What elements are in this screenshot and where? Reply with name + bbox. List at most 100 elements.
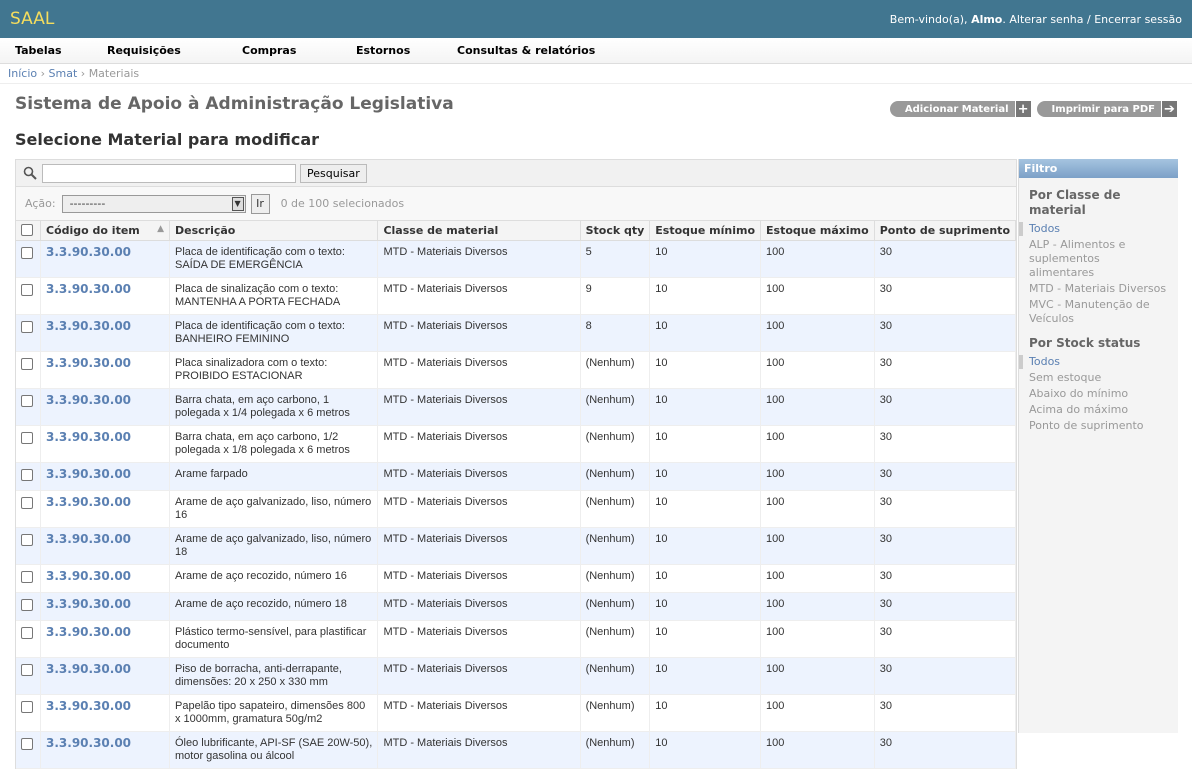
item-code: 3.3.90.30.00 (40, 694, 170, 732)
row-checkbox[interactable] (21, 394, 33, 407)
row-checkbox[interactable] (21, 533, 33, 546)
table-row[interactable]: 3.3.90.30.00 Arame farpado MTD - Materiais… (16, 462, 1017, 491)
col-header-class[interactable]: Classe de material (377, 221, 581, 241)
item-min-stock: 10 (649, 388, 762, 426)
item-stock-qty: (Nenhum) (580, 731, 651, 769)
item-code-link[interactable]: 3.3.90.30.00 (46, 699, 131, 713)
breadcrumb: Início › Smat › Materiais (0, 64, 1192, 84)
item-code: 3.3.90.30.00 (40, 240, 170, 278)
filter-option[interactable]: Todos (1019, 222, 1168, 236)
col-header-stock[interactable]: Stock qty (580, 221, 651, 241)
action-select[interactable]: --------- ▼ (61, 194, 246, 213)
row-checkbox[interactable] (21, 626, 33, 639)
row-checkbox[interactable] (21, 598, 33, 611)
table-row[interactable]: 3.3.90.30.00 Plástico termo-sensível, par… (16, 620, 1017, 658)
row-checkbox[interactable] (21, 700, 33, 713)
go-button[interactable]: Ir (250, 193, 270, 214)
item-min-stock: 10 (649, 731, 762, 769)
col-header-min[interactable]: Estoque mínimo (649, 221, 762, 241)
row-checkbox-cell (16, 240, 41, 278)
table-row[interactable]: 3.3.90.30.00 Placa de identificação com o… (16, 240, 1017, 278)
col-header-desc[interactable]: Descrição (169, 221, 379, 241)
filter-option[interactable]: MVC - Manutenção de Veículos (1029, 298, 1168, 326)
table-row[interactable]: 3.3.90.30.00 Barra chata, em aço carbono,… (16, 425, 1017, 463)
brand-logo[interactable]: SAAL (10, 9, 54, 29)
item-supply-point: 30 (874, 490, 1017, 528)
col-header-code[interactable]: Código do item ▲ (40, 221, 170, 241)
item-code-link[interactable]: 3.3.90.30.00 (46, 430, 131, 444)
row-checkbox[interactable] (21, 283, 33, 296)
item-class: MTD - Materiais Diversos (377, 527, 581, 565)
print-pdf-button[interactable]: Imprimir para PDF ➔ (1036, 101, 1177, 117)
search-input[interactable] (42, 163, 296, 183)
menu-item-estornos[interactable]: Estornos (356, 44, 457, 57)
logout-link[interactable]: Encerrar sessão (1094, 13, 1182, 26)
row-checkbox[interactable] (21, 496, 33, 509)
filter-option[interactable]: ALP - Alimentos e suplementos alimentare… (1029, 238, 1168, 280)
row-checkbox[interactable] (21, 737, 33, 750)
item-description: Arame farpado (169, 462, 379, 491)
item-class: MTD - Materiais Diversos (377, 592, 581, 621)
item-class: MTD - Materiais Diversos (377, 277, 581, 315)
item-max-stock: 100 (760, 592, 875, 621)
search-button[interactable]: Pesquisar (300, 163, 367, 183)
item-code-link[interactable]: 3.3.90.30.00 (46, 319, 131, 333)
filter-option[interactable]: Todos (1019, 355, 1168, 369)
row-checkbox-cell (16, 731, 41, 769)
result-table: Código do item ▲ Descrição Classe de mate… (16, 221, 1017, 769)
table-row[interactable]: 3.3.90.30.00 Arame de aço galvanizado, li… (16, 527, 1017, 565)
item-code-link[interactable]: 3.3.90.30.00 (46, 532, 131, 546)
select-all-checkbox[interactable] (21, 224, 33, 237)
table-row[interactable]: 3.3.90.30.00 Barra chata, em aço carbono,… (16, 388, 1017, 426)
item-supply-point: 30 (874, 240, 1017, 278)
row-checkbox[interactable] (21, 431, 33, 444)
change-password-link[interactable]: Alterar senha (1009, 13, 1083, 26)
filter-option[interactable]: MTD - Materiais Diversos (1029, 282, 1168, 296)
menu-item-consultas[interactable]: Consultas & relatórios (457, 44, 595, 57)
row-checkbox[interactable] (21, 320, 33, 333)
table-row[interactable]: 3.3.90.30.00 Piso de borracha, anti-derra… (16, 657, 1017, 695)
table-row[interactable]: 3.3.90.30.00 Óleo lubrificante, API-SF (S… (16, 731, 1017, 769)
row-checkbox-cell (16, 277, 41, 315)
col-header-supply[interactable]: Ponto de suprimento (874, 221, 1017, 241)
table-row[interactable]: 3.3.90.30.00 Placa de identificação com o… (16, 314, 1017, 352)
item-code-link[interactable]: 3.3.90.30.00 (46, 356, 131, 370)
item-code-link[interactable]: 3.3.90.30.00 (46, 282, 131, 296)
item-code-link[interactable]: 3.3.90.30.00 (46, 597, 131, 611)
item-code-link[interactable]: 3.3.90.30.00 (46, 736, 131, 750)
item-code-link[interactable]: 3.3.90.30.00 (46, 625, 131, 639)
item-code-link[interactable]: 3.3.90.30.00 (46, 393, 131, 407)
item-max-stock: 100 (760, 694, 875, 732)
item-code-link[interactable]: 3.3.90.30.00 (46, 662, 131, 676)
table-row[interactable]: 3.3.90.30.00 Placa de sinalização com o t… (16, 277, 1017, 315)
add-material-button[interactable]: Adicionar Material + (889, 101, 1031, 117)
item-code: 3.3.90.30.00 (40, 277, 170, 315)
table-row[interactable]: 3.3.90.30.00 Papelão tipo sapateiro, dime… (16, 694, 1017, 732)
filter-option[interactable]: Abaixo do mínimo (1029, 387, 1168, 401)
table-row[interactable]: 3.3.90.30.00 Placa sinalizadora com o tex… (16, 351, 1017, 389)
row-checkbox[interactable] (21, 570, 33, 583)
row-checkbox[interactable] (21, 663, 33, 676)
table-row[interactable]: 3.3.90.30.00 Arame de aço recozido, númer… (16, 592, 1017, 621)
filter-option[interactable]: Sem estoque (1029, 371, 1168, 385)
row-checkbox[interactable] (21, 246, 33, 259)
item-code-link[interactable]: 3.3.90.30.00 (46, 467, 131, 481)
col-header-max[interactable]: Estoque máximo (760, 221, 875, 241)
menu-item-requisicoes[interactable]: Requisições (107, 44, 242, 57)
table-row[interactable]: 3.3.90.30.00 Arame de aço galvanizado, li… (16, 490, 1017, 528)
breadcrumb-app[interactable]: Smat (49, 67, 78, 80)
item-min-stock: 10 (649, 462, 762, 491)
item-code-link[interactable]: 3.3.90.30.00 (46, 495, 131, 509)
item-stock-qty: 9 (580, 277, 651, 315)
breadcrumb-home[interactable]: Início (8, 67, 37, 80)
table-row[interactable]: 3.3.90.30.00 Arame de aço recozido, númer… (16, 564, 1017, 593)
item-code-link[interactable]: 3.3.90.30.00 (46, 245, 131, 259)
menu-item-tabelas[interactable]: Tabelas (15, 44, 107, 57)
filter-option[interactable]: Ponto de suprimento (1029, 419, 1168, 433)
filter-option[interactable]: Acima do máximo (1029, 403, 1168, 417)
item-code-link[interactable]: 3.3.90.30.00 (46, 569, 131, 583)
menu-item-compras[interactable]: Compras (242, 44, 356, 57)
item-description: Arame de aço recozido, número 16 (169, 564, 379, 593)
row-checkbox[interactable] (21, 468, 33, 481)
row-checkbox[interactable] (21, 357, 33, 370)
